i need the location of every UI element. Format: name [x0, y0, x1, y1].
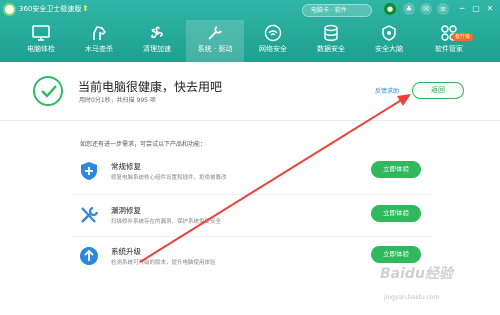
baidu-watermark: Baidu经验 — [380, 266, 453, 282]
tools-icon — [78, 205, 100, 225]
search-input[interactable]: 电脑卡 · 软件 — [302, 4, 372, 17]
wifi-icon — [263, 24, 283, 42]
app-header: 360安全卫士极速版 ⬆ 电脑卡 · 软件 ● ♣ ✉ ≡ ─ ▢ ✕ 电脑体检… — [0, 0, 500, 62]
card-description: 检测系统可升级的版本，提升电脑使用体验 — [111, 260, 216, 266]
nav-item-cleanup[interactable]: 清理加速 — [128, 20, 186, 62]
try-now-button[interactable]: 立即体验 — [371, 161, 421, 178]
app-title: 360安全卫士极速版 — [19, 5, 82, 13]
menu-icon[interactable]: ≡ — [437, 3, 449, 15]
nav-item-brain[interactable]: 安全大脑 — [360, 20, 418, 62]
nav-item-checkup[interactable]: 电脑体检 — [12, 20, 70, 62]
nav-label: 电脑体检 — [27, 45, 55, 53]
fan-icon — [147, 24, 167, 42]
shield-status-icon[interactable]: ● — [384, 3, 396, 15]
wrench-icon — [205, 24, 225, 42]
try-now-button[interactable]: 立即体验 — [371, 205, 421, 222]
nav-item-trojan[interactable]: 木马查杀 — [70, 20, 128, 62]
nav-item-data[interactable]: 数据安全 — [302, 20, 360, 62]
check-icon — [33, 76, 63, 106]
nav-label: 清理加速 — [143, 45, 171, 53]
divider — [0, 120, 500, 121]
status-title: 当前电脑很健康，快去用吧 — [78, 80, 223, 94]
card-description: 修复电脑系统核心组件设置和插件，拒绝被篡改 — [111, 175, 227, 181]
nav-label: 软件管家 — [435, 45, 463, 53]
nav-label: 网络安全 — [259, 45, 287, 53]
scan-result-panel: 当前电脑很健康，快去用吧 用时0分1秒，共扫描 995 项 反馈求助 返回 — [0, 62, 500, 120]
app-logo-icon — [3, 3, 16, 16]
card-description: 扫描修补系统存在的漏洞，保护系统免受安全 — [111, 219, 222, 225]
nav-label: 安全大脑 — [375, 45, 403, 53]
feedback-link[interactable]: 反馈求助 — [375, 86, 399, 95]
card-title: 常规修复 — [111, 162, 141, 171]
horse-icon — [89, 24, 109, 42]
database-icon — [321, 24, 341, 42]
mail-icon[interactable]: ✉ — [420, 3, 432, 15]
close-icon[interactable]: ✕ — [484, 3, 496, 15]
nav-item-system-driver[interactable]: 系统 · 驱动 — [186, 20, 244, 62]
upgrade-arrow-icon[interactable]: ⬆ — [82, 4, 90, 14]
card-divider — [73, 194, 433, 195]
nav-label: 木马查杀 — [85, 45, 113, 53]
maximize-icon[interactable]: ▢ — [470, 3, 482, 15]
feature-card-vuln-repair: 漏洞修复 扫描修补系统存在的漏洞，保护系统免受安全 立即体验 — [73, 199, 433, 231]
card-title: 系统升级 — [111, 247, 141, 256]
nav-item-network[interactable]: 网络安全 — [244, 20, 302, 62]
try-now-button[interactable]: 立即体验 — [371, 246, 421, 263]
nav-label: 数据安全 — [317, 45, 345, 53]
card-title: 漏洞修复 — [111, 206, 141, 215]
status-subtitle: 用时0分1秒，共扫描 995 项 — [79, 97, 156, 104]
title-bar: 360安全卫士极速版 ⬆ 电脑卡 · 软件 ● ♣ ✉ ≡ ─ ▢ ✕ — [0, 0, 500, 20]
monitor-icon — [31, 24, 51, 42]
upgrade-icon — [78, 246, 100, 266]
upgrade-badge: 有升级 — [452, 33, 474, 41]
brain-icon — [379, 24, 399, 42]
shield-plus-icon — [78, 161, 100, 181]
nav-item-software[interactable]: 有升级 软件管家 — [420, 20, 478, 62]
minimize-icon[interactable]: ─ — [456, 3, 468, 15]
back-button[interactable]: 返回 — [412, 82, 464, 99]
feature-card-regular-repair: 常规修复 修复电脑系统核心组件设置和插件，拒绝被篡改 立即体验 — [73, 155, 433, 187]
feature-card-system-upgrade: 系统升级 检测系统可升级的版本，提升电脑使用体验 立即体验 — [73, 240, 433, 272]
skin-icon[interactable]: ♣ — [403, 3, 415, 15]
watermark-url: jingyan.baidu.com — [384, 294, 440, 301]
main-nav: 电脑体检 木马查杀 清理加速 系统 · 驱动 网络安全 数据安全 安全大脑 有升… — [0, 20, 500, 62]
nav-label: 系统 · 驱动 — [197, 45, 233, 53]
suggestion-hint: 如您还有进一步需求，可尝试以下产品和功能： — [80, 141, 207, 148]
card-divider — [73, 236, 433, 237]
